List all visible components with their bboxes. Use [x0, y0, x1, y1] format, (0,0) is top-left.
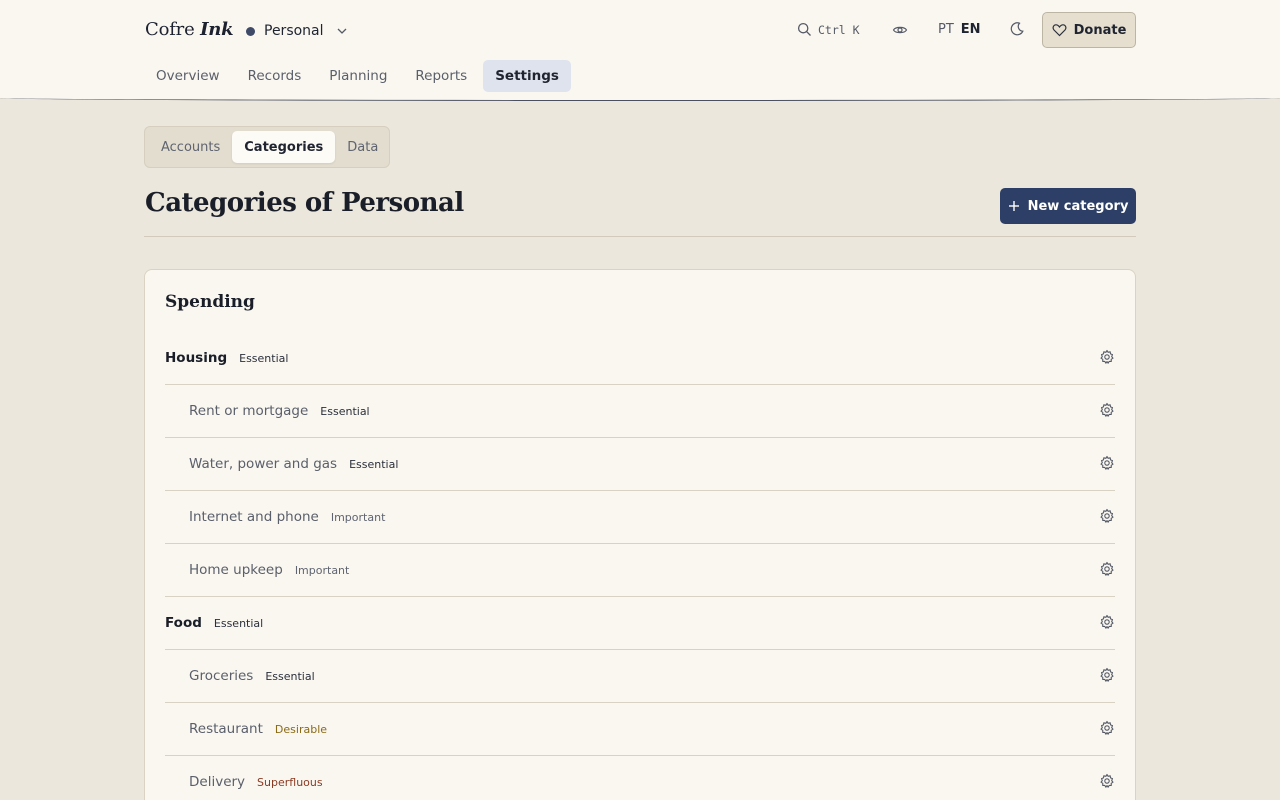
category-row[interactable]: Restaurant Desirable — [165, 703, 1115, 756]
page-title: Categories of Personal — [145, 188, 464, 218]
priority-badge: Essential — [320, 404, 370, 418]
section-title: Spending — [165, 292, 255, 312]
main-nav: Overview Records Planning Reports Settin… — [144, 60, 575, 92]
heart-icon — [1052, 23, 1067, 37]
subtab-categories[interactable]: Categories — [232, 131, 336, 163]
category-row[interactable]: Groceries Essential — [165, 650, 1115, 703]
workspace-color-dot — [246, 26, 255, 36]
eye-icon[interactable] — [892, 22, 908, 38]
priority-badge: Essential — [213, 616, 264, 630]
category-name: Restaurant — [189, 721, 263, 737]
category-row[interactable]: Internet and phone Important — [165, 491, 1115, 544]
category-name: Groceries — [189, 668, 254, 684]
category-row[interactable]: Housing Essential — [165, 332, 1115, 385]
search-shortcut: Ctrl K — [818, 22, 860, 37]
category-row[interactable]: Food Essential — [165, 597, 1115, 650]
gear-icon[interactable] — [1099, 402, 1115, 418]
donate-button[interactable]: Donate — [1042, 12, 1136, 48]
category-row[interactable]: Delivery Superfluous — [165, 756, 1115, 800]
category-name: Rent or mortgage — [189, 403, 309, 419]
gear-icon[interactable] — [1099, 667, 1115, 683]
lang-en-button[interactable]: EN — [961, 22, 981, 37]
category-row[interactable]: Home upkeep Important — [165, 544, 1115, 597]
settings-subtabs: Accounts Categories Data — [144, 126, 390, 168]
priority-badge: Essential — [265, 669, 315, 683]
tab-overview[interactable]: Overview — [144, 60, 232, 92]
category-row[interactable]: Rent or mortgage Essential — [165, 385, 1115, 438]
gear-icon[interactable] — [1099, 455, 1115, 471]
gear-icon[interactable] — [1099, 720, 1115, 736]
subtab-data[interactable]: Data — [335, 131, 390, 163]
tab-planning[interactable]: Planning — [317, 60, 399, 92]
priority-badge: Important — [294, 563, 350, 577]
gear-icon[interactable] — [1099, 561, 1115, 577]
subtab-accounts[interactable]: Accounts — [149, 131, 232, 163]
search-button[interactable]: Ctrl K — [797, 22, 860, 37]
gear-icon[interactable] — [1099, 349, 1115, 365]
brand-logo[interactable]: Cofre Ink — [145, 19, 234, 40]
category-name: Internet and phone — [189, 509, 319, 525]
gear-icon[interactable] — [1099, 508, 1115, 524]
category-name: Delivery — [189, 774, 246, 790]
language-switcher: PT EN — [938, 22, 981, 37]
category-list: Housing Essential Rent or mortgage Essentia… — [165, 332, 1115, 800]
tab-settings[interactable]: Settings — [483, 60, 571, 92]
plus-icon — [1008, 200, 1020, 212]
brand-name: Cofre — [145, 19, 195, 40]
lang-pt-button[interactable]: PT — [938, 22, 954, 37]
tab-records[interactable]: Records — [236, 60, 314, 92]
category-name: Housing — [165, 350, 228, 366]
priority-badge: Essential — [239, 351, 289, 365]
priority-badge: Important — [330, 510, 386, 524]
priority-badge: Essential — [349, 457, 399, 471]
new-category-label: New category — [1027, 198, 1129, 214]
donate-label: Donate — [1073, 22, 1127, 38]
chevron-down-icon — [335, 24, 349, 38]
top-header: Cofre Ink Personal Ctrl K PT EN Donate O… — [0, 0, 1280, 101]
spending-card: Spending Housing Essential Rent or mortgag… — [144, 269, 1136, 800]
workspace-selector[interactable]: Personal — [246, 20, 349, 42]
priority-badge: Superfluous — [257, 775, 323, 789]
workspace-name: Personal — [264, 23, 324, 39]
gear-icon[interactable] — [1099, 614, 1115, 630]
search-icon — [797, 22, 812, 37]
title-divider — [144, 236, 1136, 237]
gear-icon[interactable] — [1099, 773, 1115, 789]
priority-badge: Desirable — [274, 722, 328, 736]
brand-accent: Ink — [200, 19, 234, 40]
category-name: Home upkeep — [189, 562, 283, 578]
tab-reports[interactable]: Reports — [403, 60, 479, 92]
category-name: Food — [165, 615, 202, 631]
new-category-button[interactable]: New category — [1000, 188, 1136, 224]
category-row[interactable]: Water, power and gas Essential — [165, 438, 1115, 491]
moon-icon[interactable] — [1009, 21, 1025, 37]
category-name: Water, power and gas — [189, 456, 338, 472]
